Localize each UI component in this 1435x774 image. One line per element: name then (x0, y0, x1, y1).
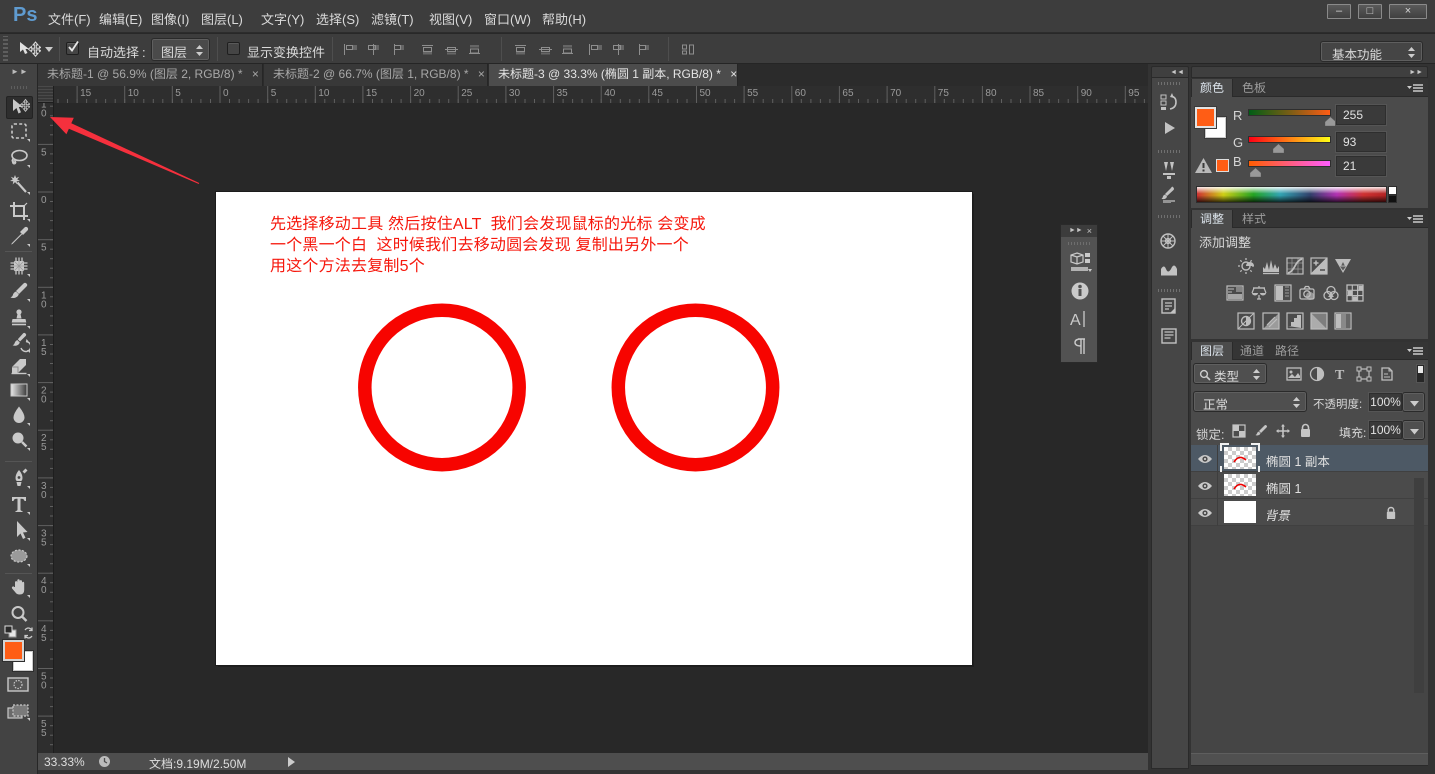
svg-text:40: 40 (604, 88, 616, 99)
svg-text:20: 20 (414, 88, 426, 99)
svg-text:15: 15 (80, 88, 92, 99)
svg-text:80: 80 (985, 88, 997, 99)
svg-text:15: 15 (366, 88, 378, 99)
svg-text:35: 35 (557, 88, 569, 99)
svg-text:65: 65 (842, 88, 854, 99)
svg-text:0: 0 (223, 88, 229, 99)
svg-text:50: 50 (700, 88, 712, 99)
svg-text:30: 30 (509, 88, 521, 99)
svg-text:10: 10 (128, 88, 140, 99)
svg-text:70: 70 (890, 88, 902, 99)
svg-text:5: 5 (175, 88, 181, 99)
svg-text:75: 75 (938, 88, 950, 99)
svg-text:25: 25 (461, 88, 473, 99)
svg-text:90: 90 (1081, 88, 1093, 99)
svg-text:5: 5 (271, 88, 277, 99)
svg-text:85: 85 (1033, 88, 1045, 99)
svg-text:10: 10 (318, 88, 330, 99)
svg-text:95: 95 (1128, 88, 1140, 99)
svg-text:45: 45 (652, 88, 664, 99)
svg-text:55: 55 (747, 88, 759, 99)
svg-text:A: A (1070, 312, 1081, 328)
svg-text:T: T (1335, 368, 1345, 382)
svg-text:60: 60 (795, 88, 807, 99)
